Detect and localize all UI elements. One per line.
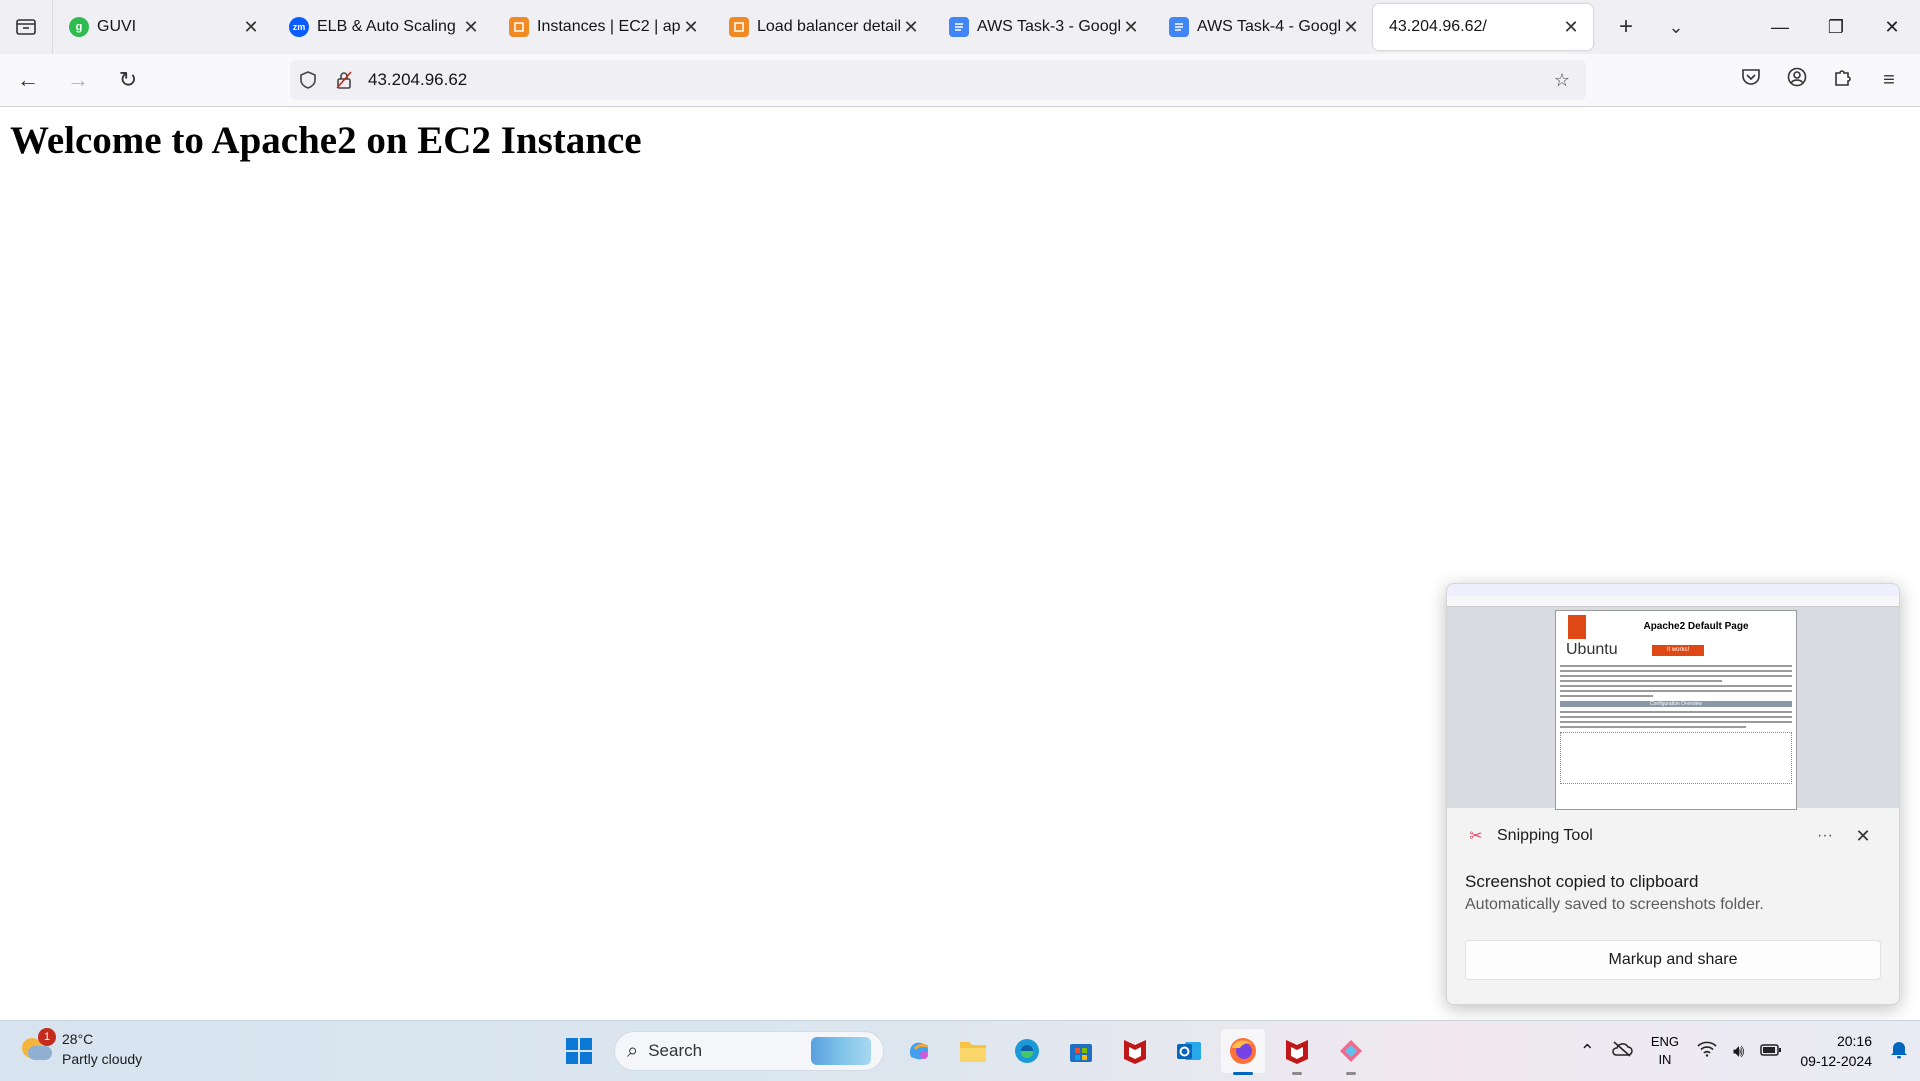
weather-temperature: 28°C bbox=[62, 1031, 94, 1047]
file-explorer-icon[interactable] bbox=[951, 1029, 995, 1073]
url-text[interactable]: 43.204.96.62 bbox=[368, 70, 1544, 90]
tab-elb-auto-scaling[interactable]: zm ELB & Auto Scaling gr ✕ bbox=[273, 7, 493, 47]
language-code: ENG bbox=[1650, 1034, 1680, 1049]
account-avatar-icon[interactable] bbox=[1774, 67, 1820, 93]
close-tab-icon[interactable]: ✕ bbox=[1341, 17, 1361, 38]
close-tab-icon[interactable]: ✕ bbox=[461, 17, 481, 38]
taskbar-search-box[interactable]: ⌕ Search bbox=[614, 1031, 884, 1071]
region-code: IN bbox=[1658, 1052, 1672, 1067]
preview-section-header: Configuration Overview bbox=[1560, 701, 1792, 707]
close-tab-icon[interactable]: ✕ bbox=[1121, 17, 1141, 38]
address-bar[interactable]: 43.204.96.62 ☆ bbox=[290, 60, 1586, 100]
tab-label: GUVI bbox=[97, 18, 137, 35]
browser-tab-strip: g GUVI ✕ zm ELB & Auto Scaling gr ✕ Inst… bbox=[0, 0, 1920, 54]
navigation-toolbar: ← → ↻ 43.204.96.62 ☆ ≡ bbox=[0, 54, 1920, 107]
tab-load-balancer[interactable]: Load balancer details ✕ bbox=[713, 7, 933, 47]
aws-ec2-favicon-icon bbox=[509, 17, 529, 37]
preview-nav-bar bbox=[1447, 596, 1899, 607]
input-language-indicator[interactable]: ENG IN bbox=[1651, 1033, 1679, 1069]
extensions-puzzle-icon[interactable] bbox=[1820, 67, 1866, 93]
tab-active-ip[interactable]: 43.204.96.62/ ✕ bbox=[1373, 4, 1593, 50]
system-clock[interactable]: 20:16 09-12-2024 bbox=[1800, 1031, 1872, 1071]
screenshot-preview-thumbnail[interactable]: Apache2 Default Page Ubuntu It works! Co… bbox=[1447, 584, 1899, 810]
tab-label: 43.204.96.62/ bbox=[1389, 18, 1487, 35]
search-label: Search bbox=[648, 1041, 703, 1060]
tab-aws-task-3[interactable]: AWS Task-3 - Google D ✕ bbox=[933, 7, 1153, 47]
tab-list-icon bbox=[16, 19, 36, 35]
close-tab-icon[interactable]: ✕ bbox=[241, 17, 261, 38]
windows-start-icon[interactable] bbox=[557, 1029, 601, 1073]
back-arrow-icon[interactable]: ← bbox=[6, 58, 50, 102]
volume-icon[interactable]: 🔊︎ bbox=[1733, 1041, 1744, 1062]
markup-and-share-button[interactable]: Markup and share bbox=[1465, 940, 1881, 980]
snipping-tool-notification[interactable]: Apache2 Default Page Ubuntu It works! Co… bbox=[1446, 583, 1900, 1005]
google-docs-favicon-icon bbox=[1169, 17, 1189, 37]
partly-cloudy-weather-icon: 1 bbox=[20, 1028, 56, 1066]
insecure-connection-lock-icon[interactable] bbox=[326, 71, 362, 89]
close-tab-icon[interactable]: ✕ bbox=[681, 17, 701, 38]
snipping-tool-taskbar-icon[interactable] bbox=[1329, 1029, 1373, 1075]
tab-aws-task-4[interactable]: AWS Task-4 - Google D ✕ bbox=[1153, 7, 1373, 47]
onedrive-offline-icon[interactable] bbox=[1611, 1040, 1633, 1062]
snipping-tool-app-icon: ✂ bbox=[1469, 828, 1483, 845]
windows-taskbar: 1 28°C Partly cloudy ⌕ Search ⌃ ENG IN 🔊… bbox=[0, 1020, 1920, 1081]
close-tab-icon[interactable]: ✕ bbox=[1561, 17, 1581, 38]
preview-tab-strip bbox=[1447, 584, 1899, 596]
notification-title: Screenshot copied to clipboard bbox=[1465, 872, 1699, 891]
zoom-favicon-icon: zm bbox=[289, 17, 309, 37]
weather-notification-badge: 1 bbox=[38, 1028, 56, 1046]
clock-time: 20:16 bbox=[1836, 1033, 1872, 1049]
tab-guvi[interactable]: g GUVI ✕ bbox=[53, 7, 273, 47]
mcafee-icon[interactable] bbox=[1113, 1029, 1157, 1073]
edge-browser-icon[interactable] bbox=[1005, 1029, 1049, 1073]
tab-label: Load balancer details bbox=[757, 18, 901, 35]
more-options-icon[interactable]: ··· bbox=[1805, 827, 1845, 845]
search-highlight-image bbox=[811, 1037, 871, 1065]
hamburger-menu-icon[interactable]: ≡ bbox=[1866, 69, 1912, 92]
preview-apache-default-page: Apache2 Default Page Ubuntu It works! Co… bbox=[1555, 610, 1797, 810]
tab-instances-ec2[interactable]: Instances | EC2 | ap-so ✕ bbox=[493, 7, 713, 47]
battery-icon[interactable] bbox=[1760, 1041, 1782, 1062]
notification-subtitle: Automatically saved to screenshots folde… bbox=[1465, 896, 1764, 913]
tracking-protection-shield-icon[interactable] bbox=[290, 71, 326, 89]
list-all-tabs-chevron-icon[interactable]: ⌄ bbox=[1651, 17, 1701, 38]
outlook-icon[interactable] bbox=[1167, 1029, 1211, 1073]
preview-it-works-badge: It works! bbox=[1652, 645, 1704, 656]
notification-app-name: Snipping Tool bbox=[1497, 827, 1593, 844]
forward-arrow-icon[interactable]: → bbox=[56, 58, 100, 102]
tab-label: Instances | EC2 | ap-so bbox=[537, 18, 681, 35]
reload-icon[interactable]: ↻ bbox=[106, 58, 150, 102]
minimize-window-icon[interactable]: — bbox=[1752, 0, 1808, 54]
preview-ubuntu-text: Ubuntu bbox=[1566, 641, 1618, 658]
tab-label: AWS Task-4 - Google D bbox=[1197, 18, 1341, 35]
aws-ec2-favicon-icon bbox=[729, 17, 749, 37]
weather-widget[interactable]: 1 28°C Partly cloudy bbox=[20, 1028, 143, 1069]
mcafee-running-icon[interactable] bbox=[1275, 1029, 1319, 1075]
wifi-icon[interactable] bbox=[1697, 1041, 1717, 1062]
preview-code-box bbox=[1560, 732, 1792, 784]
pocket-icon[interactable] bbox=[1728, 68, 1774, 92]
copilot-icon[interactable] bbox=[897, 1029, 941, 1073]
restore-window-icon[interactable]: ❐ bbox=[1808, 0, 1864, 54]
guvi-favicon-icon: g bbox=[69, 17, 89, 37]
tab-label: ELB & Auto Scaling gr bbox=[317, 18, 461, 35]
weather-condition: Partly cloudy bbox=[62, 1051, 143, 1067]
close-window-icon[interactable]: ✕ bbox=[1864, 0, 1920, 54]
search-icon: ⌕ bbox=[627, 1039, 639, 1062]
bookmark-star-icon[interactable]: ☆ bbox=[1544, 70, 1580, 91]
tab-label: AWS Task-3 - Google D bbox=[977, 18, 1121, 35]
tab-list-button[interactable] bbox=[0, 0, 53, 54]
preview-page-title: Apache2 Default Page bbox=[1643, 621, 1749, 632]
preview-body-text: Configuration Overview bbox=[1560, 665, 1792, 784]
new-tab-plus-icon[interactable]: + bbox=[1601, 13, 1651, 41]
show-hidden-icons-chevron-icon[interactable]: ⌃ bbox=[1580, 1041, 1595, 1062]
google-docs-favicon-icon bbox=[949, 17, 969, 37]
microsoft-store-icon[interactable] bbox=[1059, 1029, 1103, 1073]
clock-date: 09-12-2024 bbox=[1800, 1053, 1872, 1069]
close-tab-icon[interactable]: ✕ bbox=[901, 17, 921, 38]
notification-bell-icon[interactable] bbox=[1890, 1039, 1908, 1064]
dismiss-notification-icon[interactable]: ✕ bbox=[1845, 826, 1881, 847]
firefox-icon[interactable] bbox=[1221, 1029, 1265, 1075]
page-heading: Welcome to Apache2 on EC2 Instance bbox=[10, 119, 642, 162]
